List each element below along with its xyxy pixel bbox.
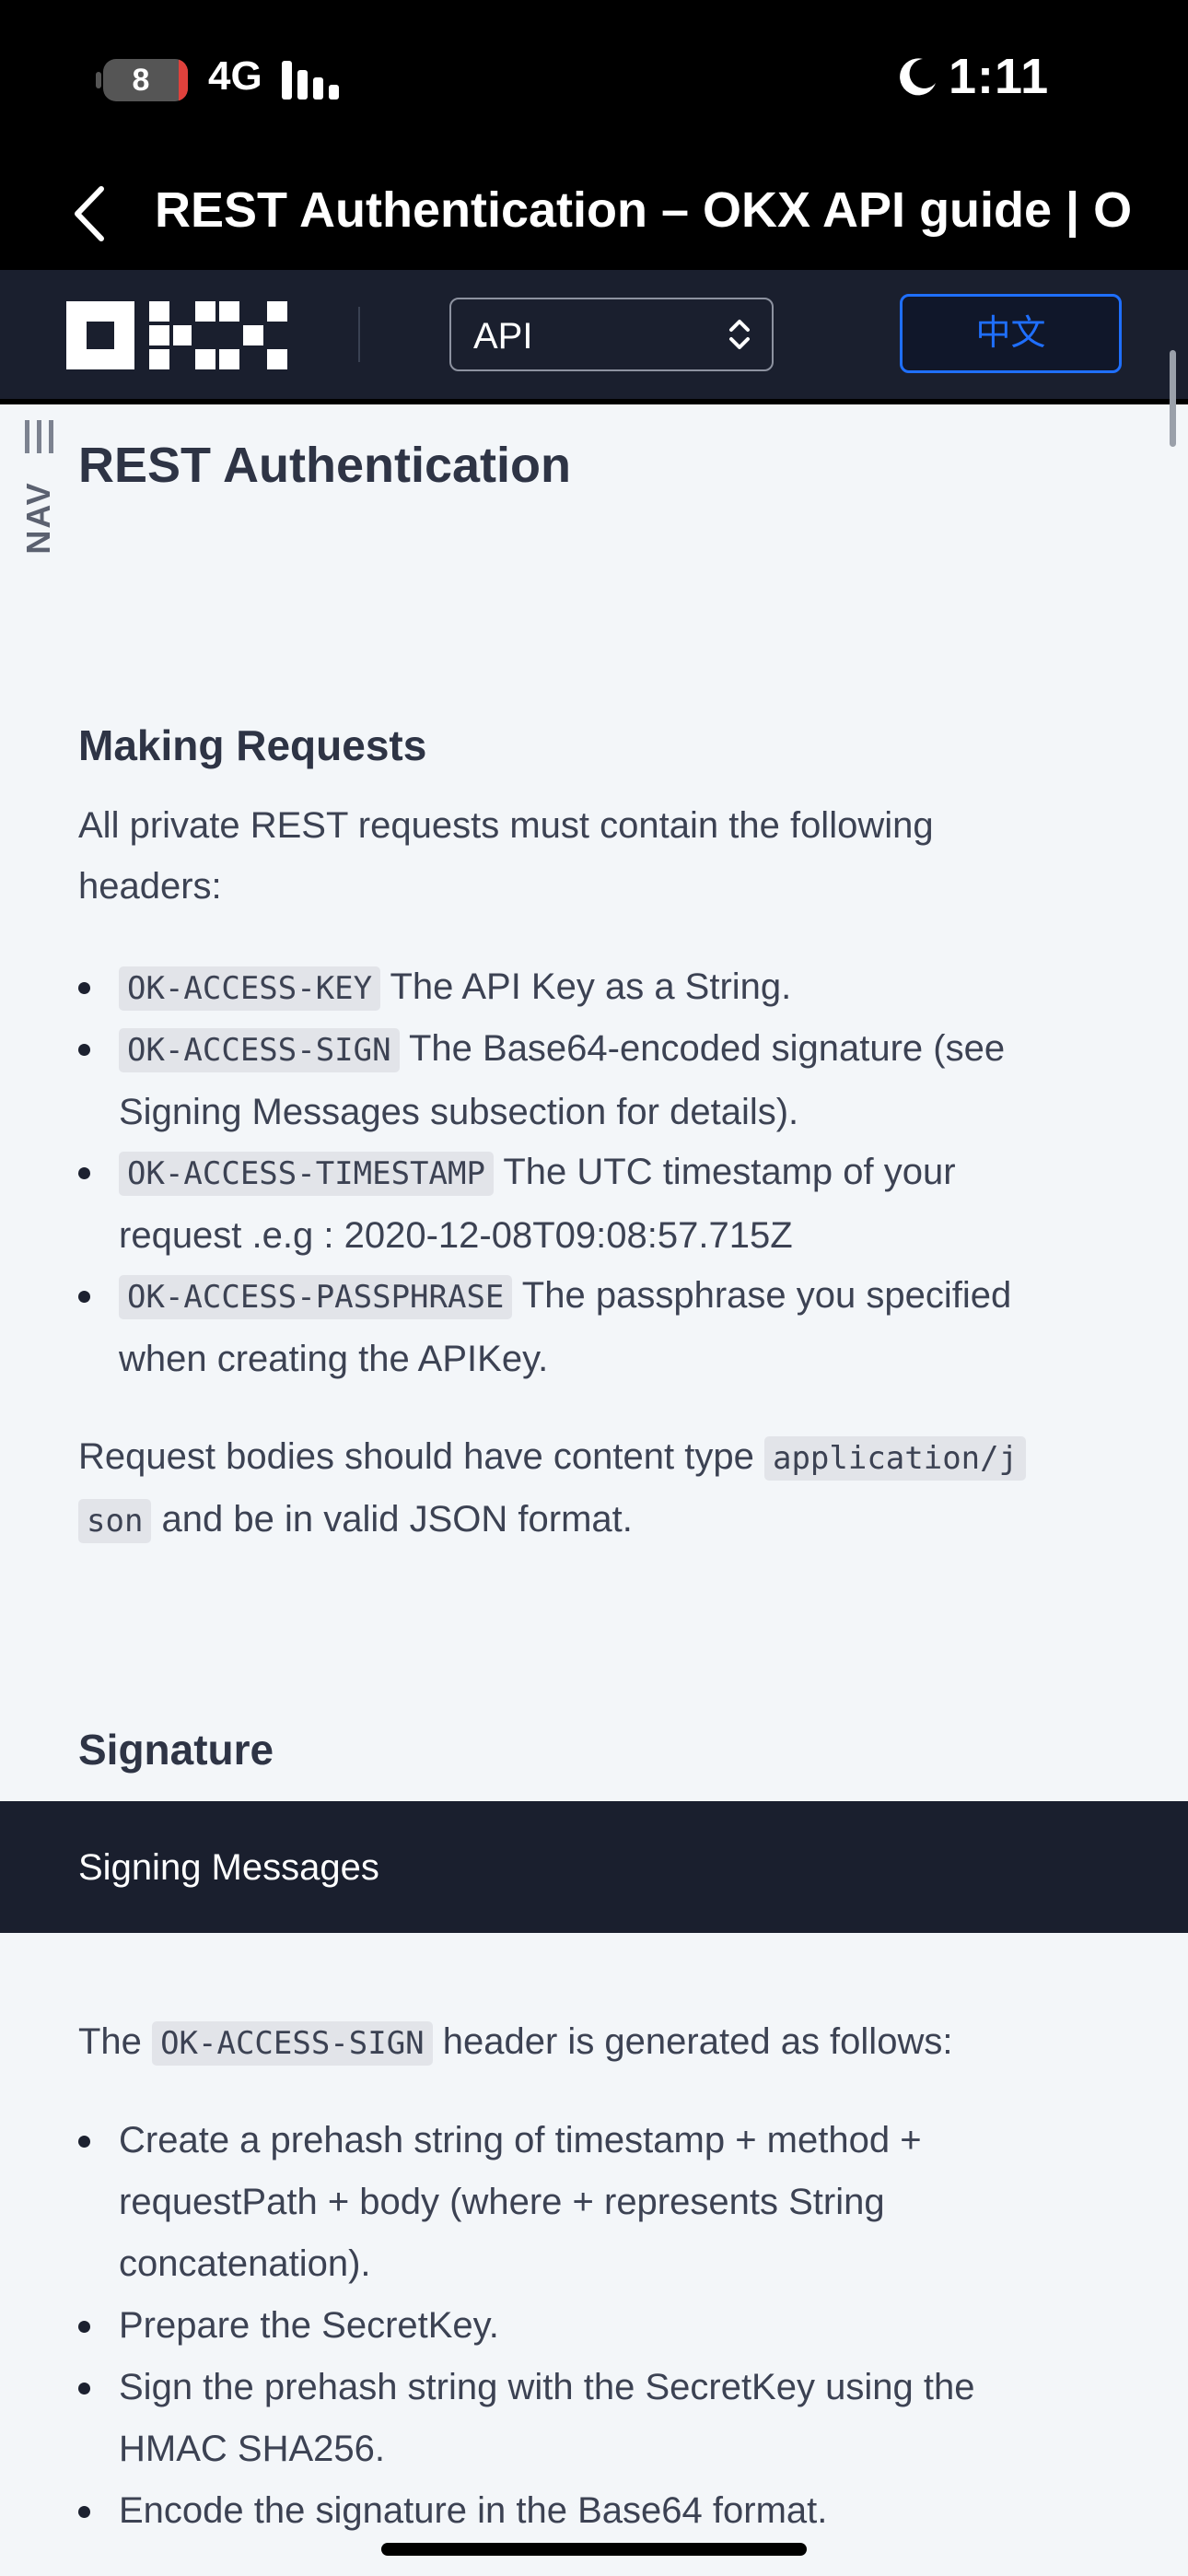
list-item: OK-ACCESS-PASSPHRASE The passphrase you … — [78, 1265, 1132, 1390]
header-divider — [358, 307, 360, 362]
back-chevron-icon[interactable] — [64, 180, 114, 248]
site-header: API 中文 — [0, 270, 1188, 399]
header-code: OK-ACCESS-PASSPHRASE — [119, 1275, 513, 1319]
home-indicator[interactable] — [381, 2543, 807, 2556]
updown-chevron-icon — [729, 320, 750, 349]
signing-messages-label: Signing Messages — [78, 1847, 379, 1888]
signing-messages-bar: Signing Messages — [0, 1801, 1188, 1933]
page-heading: REST Authentication — [78, 438, 571, 493]
signal-bars-icon — [282, 61, 348, 100]
nav-toggle-label: NAV — [19, 481, 57, 555]
signature-intro: The OK-ACCESS-SIGN header is generated a… — [78, 2011, 952, 2074]
battery-level: 8 — [132, 63, 150, 98]
api-select[interactable]: API — [449, 298, 774, 371]
nav-toggle[interactable]: NAV — [15, 420, 64, 558]
list-item: OK-ACCESS-TIMESTAMP The UTC timestamp of… — [78, 1142, 1132, 1267]
status-time: 1:11 — [949, 49, 1050, 104]
battery-level-fill — [179, 59, 188, 101]
api-select-value: API — [473, 316, 533, 357]
browser-title-bar: REST Authentication – OKX API guide | O.… — [0, 161, 1188, 270]
list-item: OK-ACCESS-KEY The API Key as a String. — [78, 956, 1132, 1020]
list-item: OK-ACCESS-SIGN The Base64-encoded signat… — [78, 1018, 1132, 1143]
list-item: Sign the prehash string with the SecretK… — [78, 2357, 1132, 2480]
language-button[interactable]: 中文 — [900, 294, 1122, 373]
battery-icon: 8 — [103, 59, 188, 101]
status-bar: 8 4G 1:11 — [0, 0, 1188, 161]
list-item: Encode the signature in the Base64 forma… — [78, 2480, 1132, 2542]
signature-heading: Signature — [78, 1726, 274, 1774]
list-item: Create a prehash string of timestamp + m… — [78, 2110, 1132, 2295]
do-not-disturb-moon-icon — [900, 58, 936, 96]
header-bottom-border — [0, 399, 1188, 404]
intro-paragraph: All private REST requests must contain t… — [78, 805, 934, 907]
okx-logo[interactable] — [66, 301, 287, 369]
hamburger-icon — [24, 420, 53, 453]
page-title: REST Authentication – OKX API guide | O.… — [155, 182, 1131, 238]
battery-nub — [96, 72, 101, 88]
header-code: OK-ACCESS-KEY — [119, 966, 381, 1011]
scrollbar-thumb[interactable] — [1170, 350, 1176, 447]
making-requests-heading: Making Requests — [78, 721, 427, 769]
list-item: Prepare the SecretKey. — [78, 2295, 1132, 2357]
header-code: OK-ACCESS-SIGN — [119, 1028, 400, 1072]
content-type-note: Request bodies should have content type … — [78, 1426, 1119, 1551]
header-code: OK-ACCESS-TIMESTAMP — [119, 1152, 494, 1196]
network-type: 4G — [208, 53, 262, 99]
